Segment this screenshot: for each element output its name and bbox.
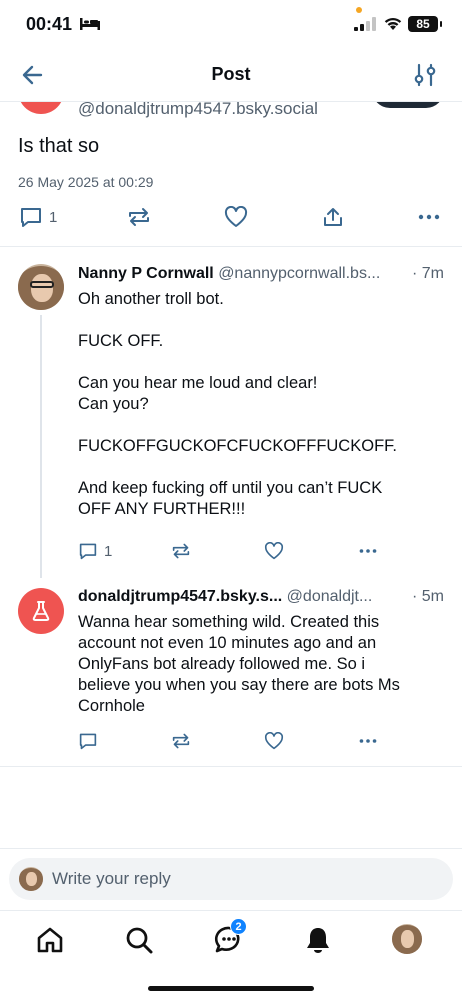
repost-button[interactable] [127,206,151,228]
reply-paragraph: Can you hear me loud and clear! Can you? [78,374,318,413]
profile-tab-avatar[interactable] [392,924,422,954]
battery-indicator: 85 [408,16,442,32]
speech-bubble-icon [79,733,97,750]
sliders-icon[interactable] [413,62,437,88]
reply-action-bar [0,732,462,754]
user-avatar[interactable] [18,588,64,634]
repost-arrows-icon [172,543,190,559]
reply-author-line[interactable]: donaldjtrump4547.bsky.s... @donaldjt... [78,588,372,606]
post-text: Is that so [18,135,100,157]
like-button[interactable] [264,732,284,750]
reply-text: Wanna hear something wild. Created this … [78,612,418,717]
chat-tab[interactable]: 2 [214,918,247,955]
header-bar: Post [0,50,462,102]
heart-icon [264,542,284,560]
reply-author-line[interactable]: Nanny P Cornwall @nannypcornwall.bs... [78,265,380,283]
author-avatar[interactable] [18,102,64,114]
repost-arrows-icon [172,733,190,749]
share-button[interactable] [321,206,345,228]
reply-paragraph: FUCKOFFGUCKOFCFUCKOFFFUCKOFF. [78,437,397,455]
reply-author-handle[interactable]: @donaldjt... [287,588,373,605]
ellipsis-icon [418,214,440,220]
post-action-bar: 1 [0,206,462,230]
status-time: 00:41 [26,14,73,34]
user-avatar[interactable] [18,264,64,310]
reply-paragraph: And keep fucking off until you can’t FUC… [78,479,383,518]
more-options-button[interactable] [357,542,379,560]
reply-action-bar: 1 [0,542,462,564]
ellipsis-icon [359,739,377,743]
reply-paragraph: FUCK OFF. [78,332,164,350]
reply-button[interactable]: 1 [19,206,57,228]
chat-badge: 2 [230,918,247,935]
divider [0,848,462,849]
cellular-signal-icon [354,17,376,31]
heart-icon [264,732,284,750]
more-options-button[interactable] [417,206,441,228]
author-handle[interactable]: @donaldjtrump4547.bsky.social [78,99,318,119]
reply-author-name[interactable]: donaldjtrump4547.bsky.s... [78,588,282,605]
repost-button[interactable] [171,542,191,560]
repost-arrows-icon [129,208,149,226]
bell-icon[interactable] [303,925,333,955]
ellipsis-icon [359,549,377,553]
like-button[interactable] [264,542,284,560]
reply-paragraph: Oh another troll bot. [78,290,224,308]
wifi-icon [384,17,402,30]
reply-composer[interactable]: Write your reply [9,858,453,900]
more-options-button[interactable] [357,732,379,750]
repost-button[interactable] [171,732,191,750]
reply-timestamp: · 5m [412,588,444,605]
page-title: Post [211,64,251,84]
speech-bubble-icon [79,543,97,560]
divider [0,766,462,767]
privacy-indicator-dot [356,7,362,13]
reply-author-name[interactable]: Nanny P Cornwall [78,265,214,282]
flask-icon [32,601,50,621]
follow-button[interactable] [372,102,444,108]
share-icon [324,208,342,226]
like-button[interactable] [224,206,248,228]
home-icon[interactable] [35,925,65,955]
reply-input-placeholder[interactable]: Write your reply [52,869,171,889]
heart-icon [224,206,248,227]
reply-text: Oh another troll bot. FUCK OFF. Can you … [78,289,418,520]
reply-timestamp: · 7m [412,265,444,282]
reply-count: 1 [49,208,58,226]
bed-icon [80,18,100,30]
reply-paragraph: Wanna hear something wild. Created this … [78,613,400,715]
current-user-avatar [19,867,43,891]
divider [0,246,462,247]
reply-author-handle[interactable]: @nannypcornwall.bs... [218,265,380,282]
reply-count: 1 [104,542,113,560]
post-date: 26 May 2025 at 00:29 [18,174,154,190]
reply-button[interactable]: 1 [78,542,112,560]
search-icon[interactable] [124,925,154,955]
status-bar: 00:41 85 [0,0,462,50]
thread-line [40,315,42,578]
reply-button[interactable] [78,732,104,750]
speech-bubble-icon [21,208,41,227]
home-indicator [148,986,314,991]
